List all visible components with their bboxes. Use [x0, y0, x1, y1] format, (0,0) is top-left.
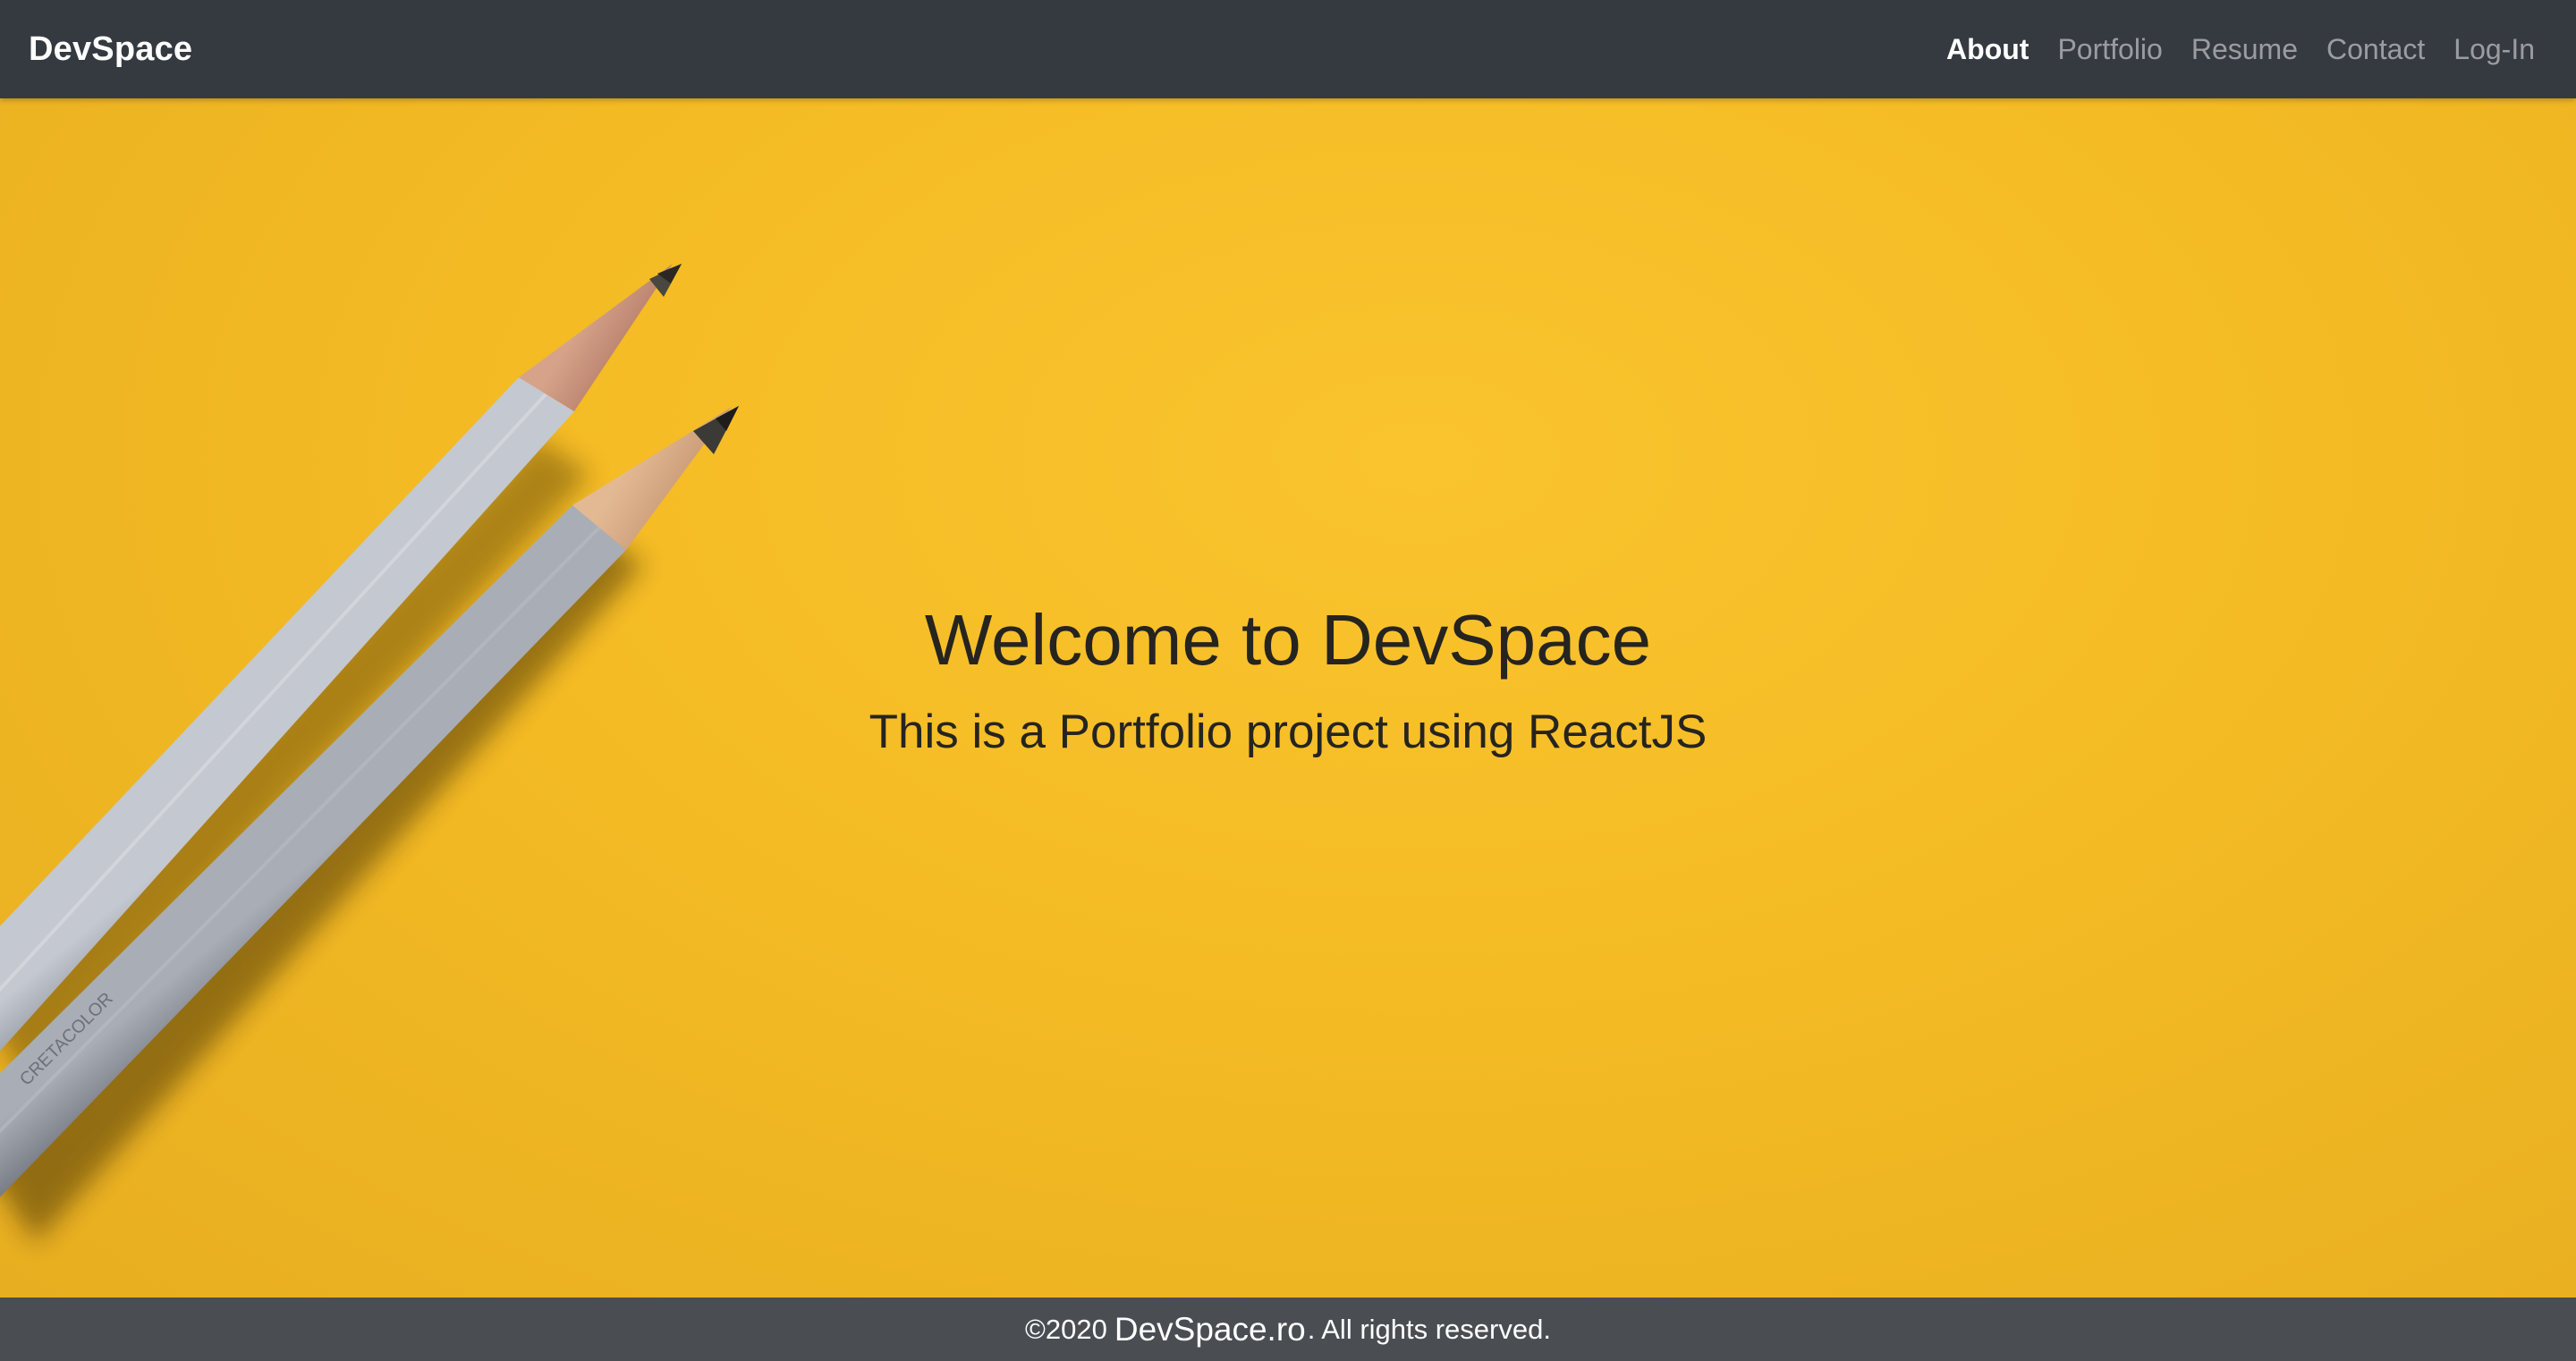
- navbar: DevSpace About Portfolio Resume Contact …: [0, 0, 2576, 98]
- nav-link-resume[interactable]: Resume: [2191, 33, 2298, 66]
- hero-section: CRETACOLOR Welcome to DevSpace This is a…: [0, 98, 2576, 1298]
- brand-link[interactable]: DevSpace: [29, 30, 192, 69]
- footer: ©2020 DevSpace.ro . All rights reserved.: [0, 1298, 2576, 1361]
- page: DevSpace About Portfolio Resume Contact …: [0, 0, 2576, 1361]
- hero-content: Welcome to DevSpace This is a Portfolio …: [0, 98, 2576, 1298]
- footer-brand: DevSpace.ro: [1114, 1310, 1306, 1348]
- nav-link-contact[interactable]: Contact: [2326, 33, 2425, 66]
- nav-links: About Portfolio Resume Contact Log-In: [1946, 33, 2535, 66]
- nav-link-about[interactable]: About: [1946, 33, 2029, 66]
- footer-rights: . All rights reserved.: [1307, 1313, 1551, 1345]
- hero-title: Welcome to DevSpace: [924, 600, 1652, 680]
- footer-copyright: ©2020: [1025, 1313, 1107, 1345]
- nav-link-login[interactable]: Log-In: [2453, 33, 2535, 66]
- hero-subtitle: This is a Portfolio project using ReactJ…: [869, 706, 1707, 758]
- nav-link-portfolio[interactable]: Portfolio: [2057, 33, 2162, 66]
